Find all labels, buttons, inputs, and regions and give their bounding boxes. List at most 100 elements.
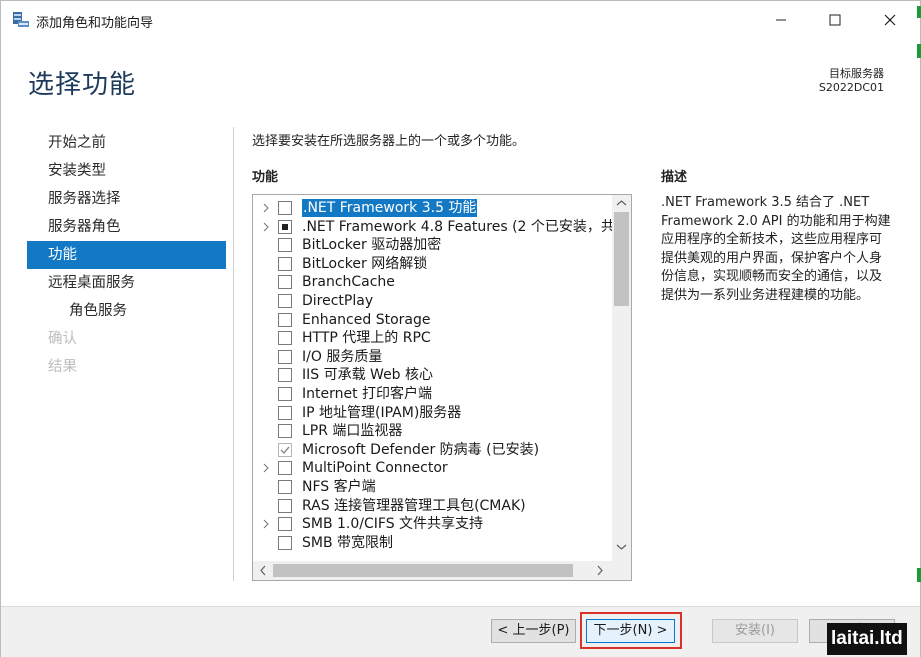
feature-label: MultiPoint Connector [302,460,448,477]
vertical-scroll-thumb[interactable] [614,212,629,306]
server-manager-icon [13,12,29,27]
feature-checkbox[interactable] [278,238,292,253]
feature-row[interactable]: I/O 服务质量 [253,348,613,367]
feature-row[interactable]: HTTP 代理上的 RPC [253,329,613,348]
vertical-scrollbar[interactable] [612,195,631,561]
minimize-icon [776,19,786,21]
desktop-edge-mark [917,6,921,18]
sidebar-step[interactable]: 远程桌面服务 [27,269,226,297]
feature-label: SMB 1.0/CIFS 文件共享支持 [302,516,484,533]
scroll-left-icon[interactable] [259,565,267,576]
instruction-text: 选择要安装在所选服务器上的一个或多个功能。 [252,134,526,149]
next-button-highlight [580,612,682,649]
sidebar-step[interactable]: 服务器选择 [27,185,226,213]
feature-row[interactable]: .NET Framework 3.5 功能 [253,199,613,218]
desktop-edge-mark [917,44,921,58]
feature-label: IP 地址管理(IPAM)服务器 [302,404,462,421]
sidebar-step: 确认 [48,331,77,347]
feature-row[interactable]: NFS 客户端 [253,478,613,497]
desktop-edge-mark [917,568,921,582]
feature-label: SMB 带宽限制 [302,534,394,551]
feature-checkbox[interactable] [278,368,292,383]
scroll-up-icon[interactable] [616,199,627,207]
feature-checkbox[interactable] [278,405,292,420]
watermark: laitai.ltd [827,623,907,655]
expand-arrow-icon[interactable] [261,203,271,213]
feature-row[interactable]: BranchCache [253,273,613,292]
feature-label: .NET Framework 3.5 功能 [302,199,478,217]
feature-checkbox[interactable] [278,498,292,513]
feature-label: BitLocker 网络解锁 [302,255,428,272]
close-icon [884,14,896,26]
target-server-label: 目标服务器 [829,67,884,80]
features-heading: 功能 [252,170,279,185]
scroll-right-icon[interactable] [596,565,604,576]
feature-row[interactable]: Microsoft Defender 防病毒 (已安装) [253,441,613,460]
minimize-button[interactable] [758,1,804,39]
page-title: 选择功能 [28,70,137,100]
expand-arrow-icon[interactable] [261,222,271,232]
checkmark-icon [280,446,290,454]
maximize-button[interactable] [812,1,858,39]
feature-checkbox[interactable] [278,331,292,346]
feature-label: .NET Framework 4.8 Features (2 个已安装，共 7 [302,218,613,235]
feature-row[interactable]: .NET Framework 4.8 Features (2 个已安装，共 7 [253,218,613,237]
desktop-edge [913,0,921,657]
feature-row[interactable]: SMB 1.0/CIFS 文件共享支持 [253,515,613,534]
expand-arrow-icon[interactable] [261,463,271,473]
horizontal-scroll-thumb[interactable] [273,564,573,577]
feature-checkbox[interactable] [278,312,292,327]
previous-button[interactable]: < 上一步(P) [491,619,576,643]
feature-checkbox[interactable] [278,349,292,364]
sidebar-step[interactable]: 功能 [27,241,226,269]
scroll-down-icon[interactable] [616,543,627,551]
feature-checkbox[interactable] [278,517,292,532]
sidebar-step[interactable]: 服务器角色 [27,213,226,241]
feature-checkbox[interactable] [278,535,292,550]
feature-checkbox[interactable] [278,442,292,457]
horizontal-scrollbar[interactable] [253,561,612,580]
feature-row[interactable]: RAS 连接管理器管理工具包(CMAK) [253,497,613,516]
feature-label: RAS 连接管理器管理工具包(CMAK) [302,497,526,514]
feature-row[interactable]: LPR 端口监视器 [253,422,613,441]
feature-label: I/O 服务质量 [302,348,383,365]
feature-row[interactable]: BitLocker 驱动器加密 [253,236,613,255]
feature-row[interactable]: MultiPoint Connector [253,459,613,478]
sidebar-step[interactable]: 安装类型 [27,157,226,185]
expand-arrow-icon[interactable] [261,519,271,529]
feature-row[interactable]: DirectPlay [253,292,613,311]
install-button[interactable]: 安装(I) [712,619,798,643]
feature-row[interactable]: SMB 带宽限制 [253,534,613,553]
feature-label: DirectPlay [302,292,374,309]
feature-checkbox[interactable] [278,424,292,439]
feature-row[interactable]: Internet 打印客户端 [253,385,613,404]
feature-label: Internet 打印客户端 [302,385,433,402]
feature-row[interactable]: IIS 可承载 Web 核心 [253,366,613,385]
feature-checkbox[interactable] [278,275,292,290]
target-server-value: S2022DC01 [818,81,884,94]
feature-label: NFS 客户端 [302,478,376,495]
feature-checkbox[interactable] [278,256,292,271]
description-text: .NET Framework 3.5 结合了 .NET Framework 2.… [661,195,891,303]
close-button[interactable] [867,1,913,39]
feature-row[interactable]: BitLocker 网络解锁 [253,255,613,274]
feature-label: BitLocker 驱动器加密 [302,237,442,254]
feature-checkbox[interactable] [278,386,292,401]
feature-label: IIS 可承载 Web 核心 [302,367,434,384]
feature-label: LPR 端口监视器 [302,423,403,440]
sidebar-step[interactable]: 角色服务 [27,297,226,325]
feature-checkbox[interactable] [278,461,292,476]
feature-checkbox[interactable] [278,201,292,215]
feature-label: BranchCache [302,274,395,291]
feature-row[interactable]: Enhanced Storage [253,311,613,330]
features-tree[interactable]: .NET Framework 3.5 功能 .NET Framework 4.8 … [252,194,632,581]
feature-checkbox[interactable] [278,479,292,494]
feature-checkbox[interactable] [278,219,292,234]
scrollbar-corner [612,561,631,580]
feature-checkbox[interactable] [278,293,292,308]
sidebar-step[interactable]: 开始之前 [27,129,226,157]
feature-row[interactable]: IP 地址管理(IPAM)服务器 [253,404,613,423]
feature-label: HTTP 代理上的 RPC [302,330,431,347]
sidebar-divider [233,127,234,581]
feature-label: Enhanced Storage [302,311,431,328]
